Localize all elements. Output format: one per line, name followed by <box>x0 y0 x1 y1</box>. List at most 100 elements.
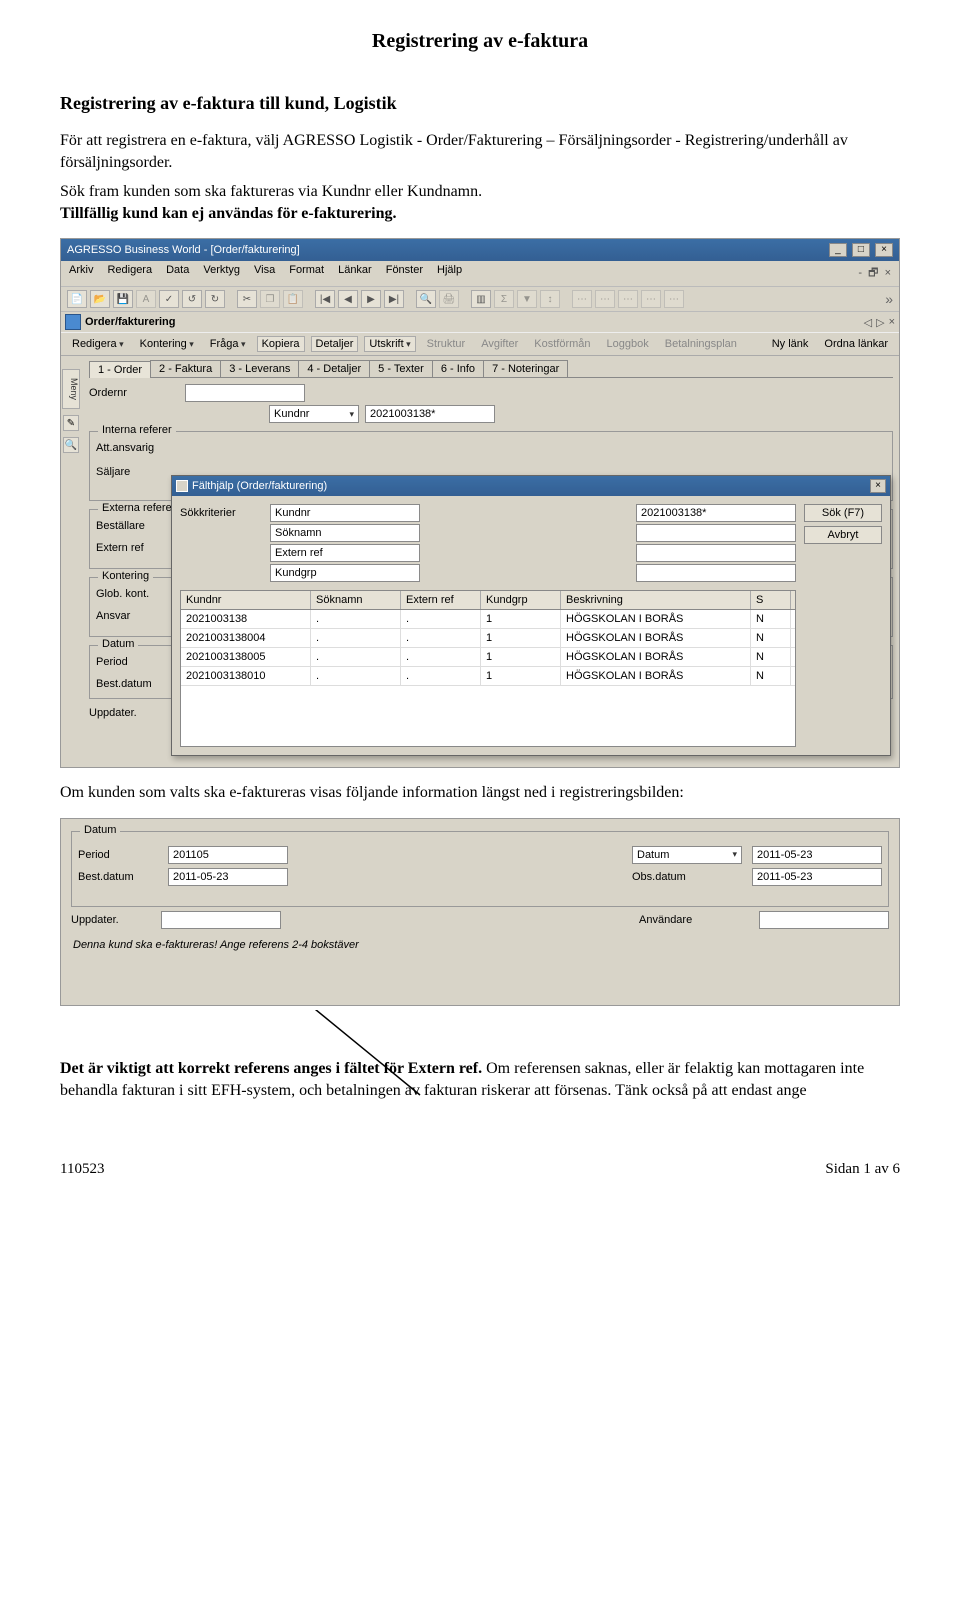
th-kundgrp[interactable]: Kundgrp <box>481 591 561 609</box>
action-detaljer[interactable]: Detaljer <box>311 336 359 352</box>
crit-value-2[interactable] <box>636 544 796 562</box>
minimize-icon[interactable]: _ <box>829 243 847 257</box>
page-footer: 110523 Sidan 1 av 6 <box>60 1161 900 1178</box>
uppdater-label-1: Uppdater. <box>89 707 179 719</box>
tool-a-icon[interactable]: A <box>136 290 156 308</box>
th-beskrivning[interactable]: Beskrivning <box>561 591 751 609</box>
side-icon-b[interactable]: 🔍 <box>63 437 79 453</box>
side-tab-meny[interactable]: Meny <box>62 369 80 409</box>
redo-icon[interactable]: ↻ <box>205 290 225 308</box>
group-externa-legend: Externa referer <box>98 502 179 514</box>
first-icon[interactable]: |◀ <box>315 290 335 308</box>
menu-hjalp[interactable]: Hjälp <box>437 264 462 283</box>
tab-texter[interactable]: 5 - Texter <box>369 360 433 377</box>
ordernr-input[interactable] <box>185 384 305 402</box>
avbryt-button[interactable]: Avbryt <box>804 526 882 544</box>
more-b-icon[interactable]: ⋯ <box>595 290 615 308</box>
th-kundnr[interactable]: Kundnr <box>181 591 311 609</box>
more-c-icon[interactable]: ⋯ <box>618 290 638 308</box>
nav-right-icon[interactable]: ▷ <box>876 316 884 329</box>
crit-value-0[interactable]: 2021003138* <box>636 504 796 522</box>
section-heading: Registrering av e-faktura till kund, Log… <box>60 93 900 114</box>
th-soknamn[interactable]: Söknamn <box>311 591 401 609</box>
toolbar-overflow-icon[interactable]: » <box>885 291 893 307</box>
crit-value-1[interactable] <box>636 524 796 542</box>
th-s[interactable]: S <box>751 591 791 609</box>
tab-detaljer[interactable]: 4 - Detaljer <box>298 360 370 377</box>
table-row-1[interactable]: 2021003138004 . . 1 HÖGSKOLAN I BORÅS N <box>181 629 795 648</box>
page-title: Registrering av e-faktura <box>60 30 900 53</box>
action-redigera[interactable]: Redigera <box>67 336 129 352</box>
crit-field-1: Söknamn <box>270 524 420 542</box>
menu-redigera[interactable]: Redigera <box>107 264 152 283</box>
anvandare-input[interactable] <box>759 911 889 929</box>
menu-data[interactable]: Data <box>166 264 189 283</box>
sok-button[interactable]: Sök (F7) <box>804 504 882 522</box>
group-datum-legend-2: Datum <box>80 824 120 836</box>
tab-faktura[interactable]: 2 - Faktura <box>150 360 221 377</box>
find-icon[interactable]: 🔍 <box>416 290 436 308</box>
save-icon[interactable]: 💾 <box>113 290 133 308</box>
close-icon[interactable]: × <box>875 243 893 257</box>
menu-format[interactable]: Format <box>289 264 324 283</box>
action-ordna-lankar[interactable]: Ordna länkar <box>819 336 893 352</box>
datum-dropdown[interactable]: Datum <box>632 846 742 864</box>
obsdatum-input[interactable]: 2011-05-23 <box>752 868 882 886</box>
results-header: Kundnr Söknamn Extern ref Kundgrp Beskri… <box>181 591 795 610</box>
group-datum-2: Datum Period 201105 Datum 2011-05-23 Bes… <box>71 831 889 907</box>
dialog-icon <box>176 480 188 492</box>
tab-info[interactable]: 6 - Info <box>432 360 484 377</box>
table-row-0[interactable]: 2021003138 . . 1 HÖGSKOLAN I BORÅS N <box>181 610 795 629</box>
tab-order[interactable]: 1 - Order <box>89 361 151 378</box>
tab-leverans[interactable]: 3 - Leverans <box>220 360 299 377</box>
new-icon[interactable]: 📄 <box>67 290 87 308</box>
undo-icon[interactable]: ↺ <box>182 290 202 308</box>
more-a-icon[interactable]: ⋯ <box>572 290 592 308</box>
menu-arkiv[interactable]: Arkiv <box>69 264 93 283</box>
period-input[interactable]: 201105 <box>168 846 288 864</box>
chart-icon[interactable]: ▥ <box>471 290 491 308</box>
more-d-icon[interactable]: ⋯ <box>641 290 661 308</box>
side-tabs: Meny ✎ 🔍 <box>61 369 81 453</box>
copy-icon[interactable]: ❐ <box>260 290 280 308</box>
kundnr-input[interactable]: 2021003138* <box>365 405 495 423</box>
open-icon[interactable]: 📂 <box>90 290 110 308</box>
action-nylank[interactable]: Ny länk <box>767 336 814 352</box>
dialog-close-icon[interactable]: × <box>870 479 886 493</box>
crit-value-3[interactable] <box>636 564 796 582</box>
action-kopiera[interactable]: Kopiera <box>257 336 305 352</box>
table-row-3[interactable]: 2021003138010 . . 1 HÖGSKOLAN I BORÅS N <box>181 667 795 686</box>
maximize-icon[interactable]: □ <box>852 243 870 257</box>
menu-verktyg[interactable]: Verktyg <box>203 264 240 283</box>
datum-input[interactable]: 2011-05-23 <box>752 846 882 864</box>
prev-icon[interactable]: ◀ <box>338 290 358 308</box>
action-fraga[interactable]: Fråga <box>205 336 251 352</box>
menu-fonster[interactable]: Fönster <box>386 264 423 283</box>
paste-icon[interactable]: 📋 <box>283 290 303 308</box>
table-row-2[interactable]: 2021003138005 . . 1 HÖGSKOLAN I BORÅS N <box>181 648 795 667</box>
nav-left-icon[interactable]: ◁ <box>864 316 872 329</box>
filter-icon[interactable]: ▼ <box>517 290 537 308</box>
check-icon[interactable]: ✓ <box>159 290 179 308</box>
action-kontering[interactable]: Kontering <box>135 336 199 352</box>
cut-icon[interactable]: ✂ <box>237 290 257 308</box>
uppdater-input[interactable] <box>161 911 281 929</box>
anvandare-label: Användare <box>639 914 749 926</box>
more-e-icon[interactable]: ⋯ <box>664 290 684 308</box>
nav-close-icon[interactable]: × <box>889 316 895 329</box>
th-externref[interactable]: Extern ref <box>401 591 481 609</box>
side-icon-a[interactable]: ✎ <box>63 415 79 431</box>
last-icon[interactable]: ▶| <box>384 290 404 308</box>
menu-visa[interactable]: Visa <box>254 264 275 283</box>
paragraph-2b: Tillfällig kund kan ej användas för e-fa… <box>60 205 397 222</box>
paragraph-2a: Sök fram kunden som ska faktureras via K… <box>60 183 482 200</box>
action-utskrift[interactable]: Utskrift <box>364 336 415 352</box>
sort-icon[interactable]: ↕ <box>540 290 560 308</box>
tab-noteringar[interactable]: 7 - Noteringar <box>483 360 568 377</box>
sum-icon[interactable]: Σ <box>494 290 514 308</box>
next-icon[interactable]: ▶ <box>361 290 381 308</box>
bestdatum-input[interactable]: 2011-05-23 <box>168 868 288 886</box>
kundnr-dropdown[interactable]: Kundnr <box>269 405 359 423</box>
print-icon[interactable]: 🖨 <box>439 290 459 308</box>
menu-lankar[interactable]: Länkar <box>338 264 372 283</box>
